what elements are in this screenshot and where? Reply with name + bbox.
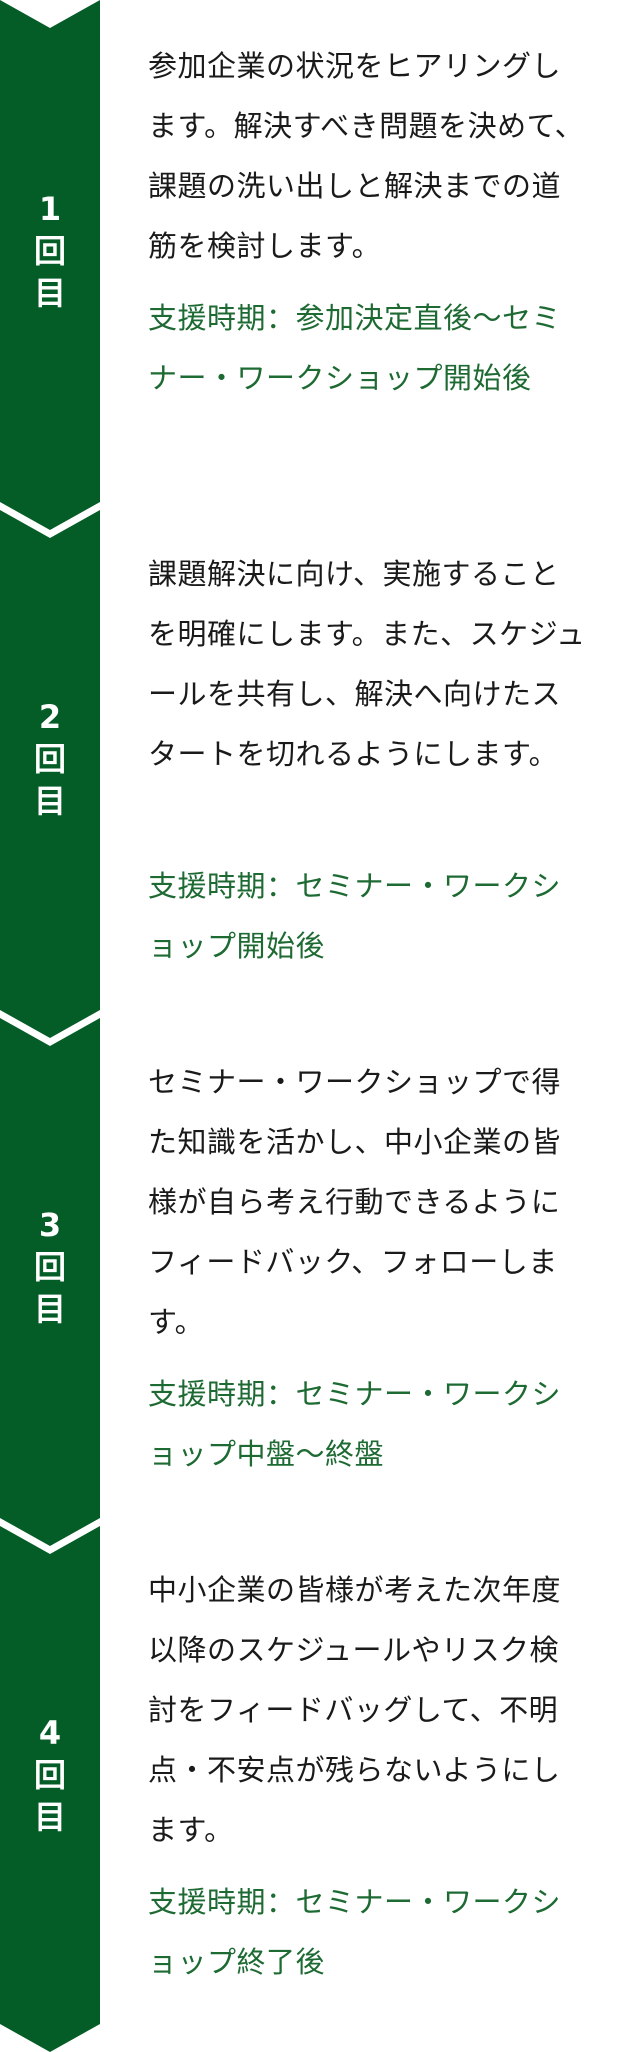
step-4-label: 4 回 目 xyxy=(0,1712,100,1838)
step-3-period: 支援時期：セミナー・ワークショップ中盤〜終盤 xyxy=(148,1377,562,1471)
step-4-description: 中小企業の皆様が考えた次年度以降のスケジュールやリスク検討をフィードバッグして、… xyxy=(148,1573,562,1847)
step-unit: 目 xyxy=(33,1798,66,1836)
step-unit: 回 xyxy=(33,1756,66,1794)
step-1-description: 参加企業の状況をヒアリングします。解決すべき問題を決めて、課題の洗い出しと解決ま… xyxy=(148,49,585,263)
step-2-label: 2 回 目 xyxy=(0,696,100,822)
step-3-label: 3 回 目 xyxy=(0,1204,100,1330)
step-2-period: 支援時期：セミナー・ワークショップ開始後 xyxy=(148,869,562,963)
step-unit: 目 xyxy=(33,1290,66,1328)
step-number: 3 xyxy=(38,1206,62,1244)
step-1-label: 1 回 目 xyxy=(0,188,100,314)
step-number: 2 xyxy=(38,698,62,736)
step-2-description: 課題解決に向け、実施することを明確にします。また、スケジュールを共有し、解決へ向… xyxy=(148,557,586,771)
step-unit: 目 xyxy=(33,782,66,820)
step-1-period: 支援時期：参加決定直後〜セミナー・ワークショップ開始後 xyxy=(148,301,562,395)
step-4-period: 支援時期：セミナー・ワークショップ終了後 xyxy=(148,1885,562,1979)
step-unit: 目 xyxy=(33,274,66,312)
step-3-description: セミナー・ワークショップで得た知識を活かし、中小企業の皆様が自ら考え行動できるよ… xyxy=(148,1065,562,1339)
step-unit: 回 xyxy=(33,1248,66,1286)
step-number: 4 xyxy=(38,1714,62,1752)
step-number: 1 xyxy=(38,190,62,228)
step-unit: 回 xyxy=(33,740,66,778)
step-unit: 回 xyxy=(33,232,66,270)
